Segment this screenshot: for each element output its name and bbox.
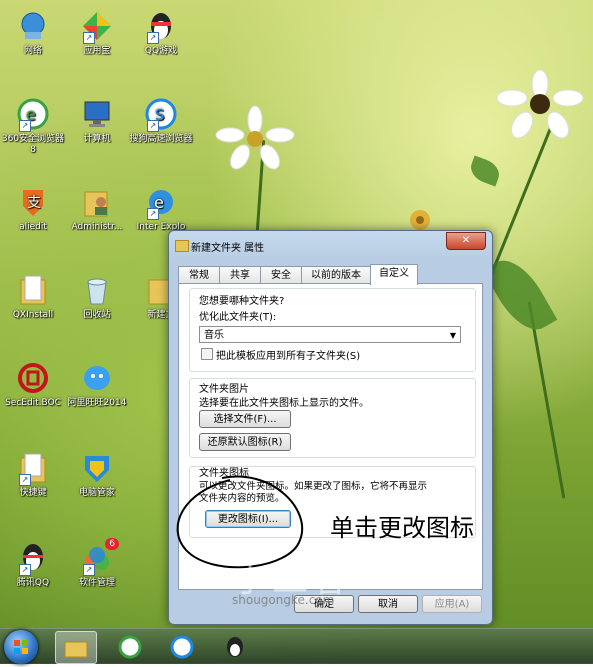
sogou-browser-icon: S ↗ xyxy=(145,98,177,132)
svg-text:支: 支 xyxy=(27,195,41,211)
network-icon xyxy=(17,10,49,42)
tab-general[interactable]: 常规 xyxy=(178,266,220,284)
start-button[interactable] xyxy=(4,630,38,664)
desktop-icon-label: Administr... xyxy=(71,222,123,232)
recycle-bin-icon xyxy=(81,274,113,306)
desktop-icon-computer[interactable]: 计算机 xyxy=(64,98,130,145)
folder-icon: ↗ xyxy=(17,452,49,486)
desktop-icon-aliedit[interactable]: 支 aliedit xyxy=(0,186,66,233)
qq-game-icon xyxy=(227,636,243,657)
desktop-icon-label: QXInstall xyxy=(12,310,54,320)
leaf-shape xyxy=(467,155,503,187)
desktop-icon-administrator[interactable]: Administr... xyxy=(64,186,130,233)
choose-file-button[interactable]: 选择文件(F)... xyxy=(199,410,291,428)
user-folder-icon xyxy=(81,186,113,218)
taskbar xyxy=(0,628,593,664)
desktop-icon-qq-game[interactable]: ↗ QQ游戏 xyxy=(128,10,194,57)
qq-icon: ↗ xyxy=(17,542,49,576)
desktop-icon-label: aliedit xyxy=(19,222,47,232)
desktop-icon-label: 快捷键 xyxy=(19,488,47,498)
apply-button[interactable]: 应用(A) xyxy=(422,595,482,613)
aliwangwang-icon xyxy=(81,362,113,394)
desktop-icon-label: 搜狗高速浏览器 xyxy=(129,134,193,144)
flower-stem xyxy=(527,301,566,499)
desktop-icon-sogou-browser[interactable]: S ↗ 搜狗高速浏览器 xyxy=(128,98,194,145)
leaf-shape xyxy=(482,250,558,340)
browser-360-icon: e ↗ xyxy=(17,98,49,132)
folder-type-heading: 您想要哪种文件夹? xyxy=(199,296,285,307)
restore-default-button[interactable]: 还原默认图标(R) xyxy=(199,433,291,451)
dialog-title: 新建文件夹 属性 xyxy=(191,243,265,254)
desktop-icon-secedit-boc[interactable]: SecEdit.BOC xyxy=(0,362,66,409)
desktop-icon-label: QQ游戏 xyxy=(144,46,178,56)
app-store-icon: ↗ xyxy=(81,10,113,44)
folder-icon xyxy=(175,240,189,252)
chevron-down-icon: ▼ xyxy=(449,331,456,340)
tab-customize[interactable]: 自定义 xyxy=(370,264,418,285)
optimize-value: 音乐 xyxy=(204,330,224,341)
desktop-icon-label: 应用宝 xyxy=(83,46,111,56)
qq-game-icon: ↗ xyxy=(145,10,177,44)
aliedit-icon: 支 xyxy=(17,186,49,218)
desktop-icon-shortcut-keys[interactable]: ↗ 快捷键 xyxy=(0,452,66,499)
optimize-select[interactable]: 音乐 ▼ xyxy=(199,326,461,343)
windows-logo-icon xyxy=(14,640,28,654)
desktop-icon-label: 网络 xyxy=(23,46,42,56)
desktop-icon-internet-explorer[interactable]: e ↗ Inter Explo xyxy=(128,186,194,233)
desktop-icon-network[interactable]: 网络 xyxy=(0,10,66,57)
cancel-button[interactable]: 取消 xyxy=(358,595,418,613)
desktop-icon-label: SecEdit.BOC xyxy=(5,398,61,408)
watermark-url: shougongke.com xyxy=(232,593,335,607)
tab-previous-versions[interactable]: 以前的版本 xyxy=(301,266,371,284)
desktop-icon-recycle-bin[interactable]: 回收站 xyxy=(64,274,130,321)
annotation-text: 单击更改图标 xyxy=(330,514,474,542)
desktop-icon-label: 计算机 xyxy=(83,134,111,144)
desktop-icon-aliwangwang[interactable]: 阿里旺旺2014 xyxy=(64,362,130,409)
boc-icon xyxy=(17,362,49,394)
apply-subfolders-label: 把此模板应用到所有子文件夹(S) xyxy=(216,351,361,362)
folder-pictures-description: 选择要在此文件夹图标上显示的文件。 xyxy=(199,398,369,409)
desktop-icon-label: 腾讯QQ xyxy=(16,578,50,588)
taskbar-qq-game[interactable] xyxy=(215,631,255,662)
tab-security[interactable]: 安全 xyxy=(260,266,302,284)
folder-pictures-heading: 文件夹图片 xyxy=(199,384,249,395)
optimize-label: 优化此文件夹(T): xyxy=(199,312,277,323)
desktop-icon-label: 回收站 xyxy=(83,310,111,320)
notification-badge: 6 xyxy=(105,538,119,550)
ie-icon: e ↗ xyxy=(145,186,177,220)
desktop-icon-tencent-qq[interactable]: ↗ 腾讯QQ xyxy=(0,542,66,589)
folder-icon xyxy=(17,274,49,306)
desktop-icon-label: 软件管理 xyxy=(78,578,115,588)
pc-manager-icon xyxy=(81,452,113,484)
sogou-browser-icon xyxy=(170,635,194,658)
taskbar-explorer[interactable] xyxy=(55,631,97,664)
desktop-icon-app-store[interactable]: ↗ 应用宝 xyxy=(64,10,130,57)
desktop-icon-software-manager[interactable]: 6 ↗ 软件管理 xyxy=(64,538,130,589)
taskbar-sogou-browser[interactable] xyxy=(162,631,202,662)
software-manager-icon: 6 ↗ xyxy=(81,538,119,576)
desktop-icon-pc-manager[interactable]: 电脑管家 xyxy=(64,452,130,499)
desktop-icon-qxinstall[interactable]: QXInstall xyxy=(0,274,66,321)
tab-sharing[interactable]: 共享 xyxy=(219,266,261,284)
desktop-icon-label: 阿里旺旺2014 xyxy=(67,398,127,408)
folder-icon xyxy=(64,641,88,657)
browser-360-icon xyxy=(118,635,142,658)
close-button[interactable]: ✕ xyxy=(446,232,486,250)
taskbar-360-browser[interactable] xyxy=(110,631,150,662)
daisy-flower xyxy=(496,70,584,139)
apply-subfolders-checkbox[interactable] xyxy=(201,348,213,360)
desktop-icon-label: 360安全浏览器8 xyxy=(1,134,65,155)
desktop-icon-label: 电脑管家 xyxy=(78,488,115,498)
desktop-icon-360-browser[interactable]: e ↗ 360安全浏览器8 xyxy=(0,98,66,156)
computer-icon xyxy=(81,98,113,130)
daisy-flower xyxy=(215,105,295,170)
dialog-title-bar[interactable]: 新建文件夹 属性 ✕ xyxy=(169,231,492,259)
